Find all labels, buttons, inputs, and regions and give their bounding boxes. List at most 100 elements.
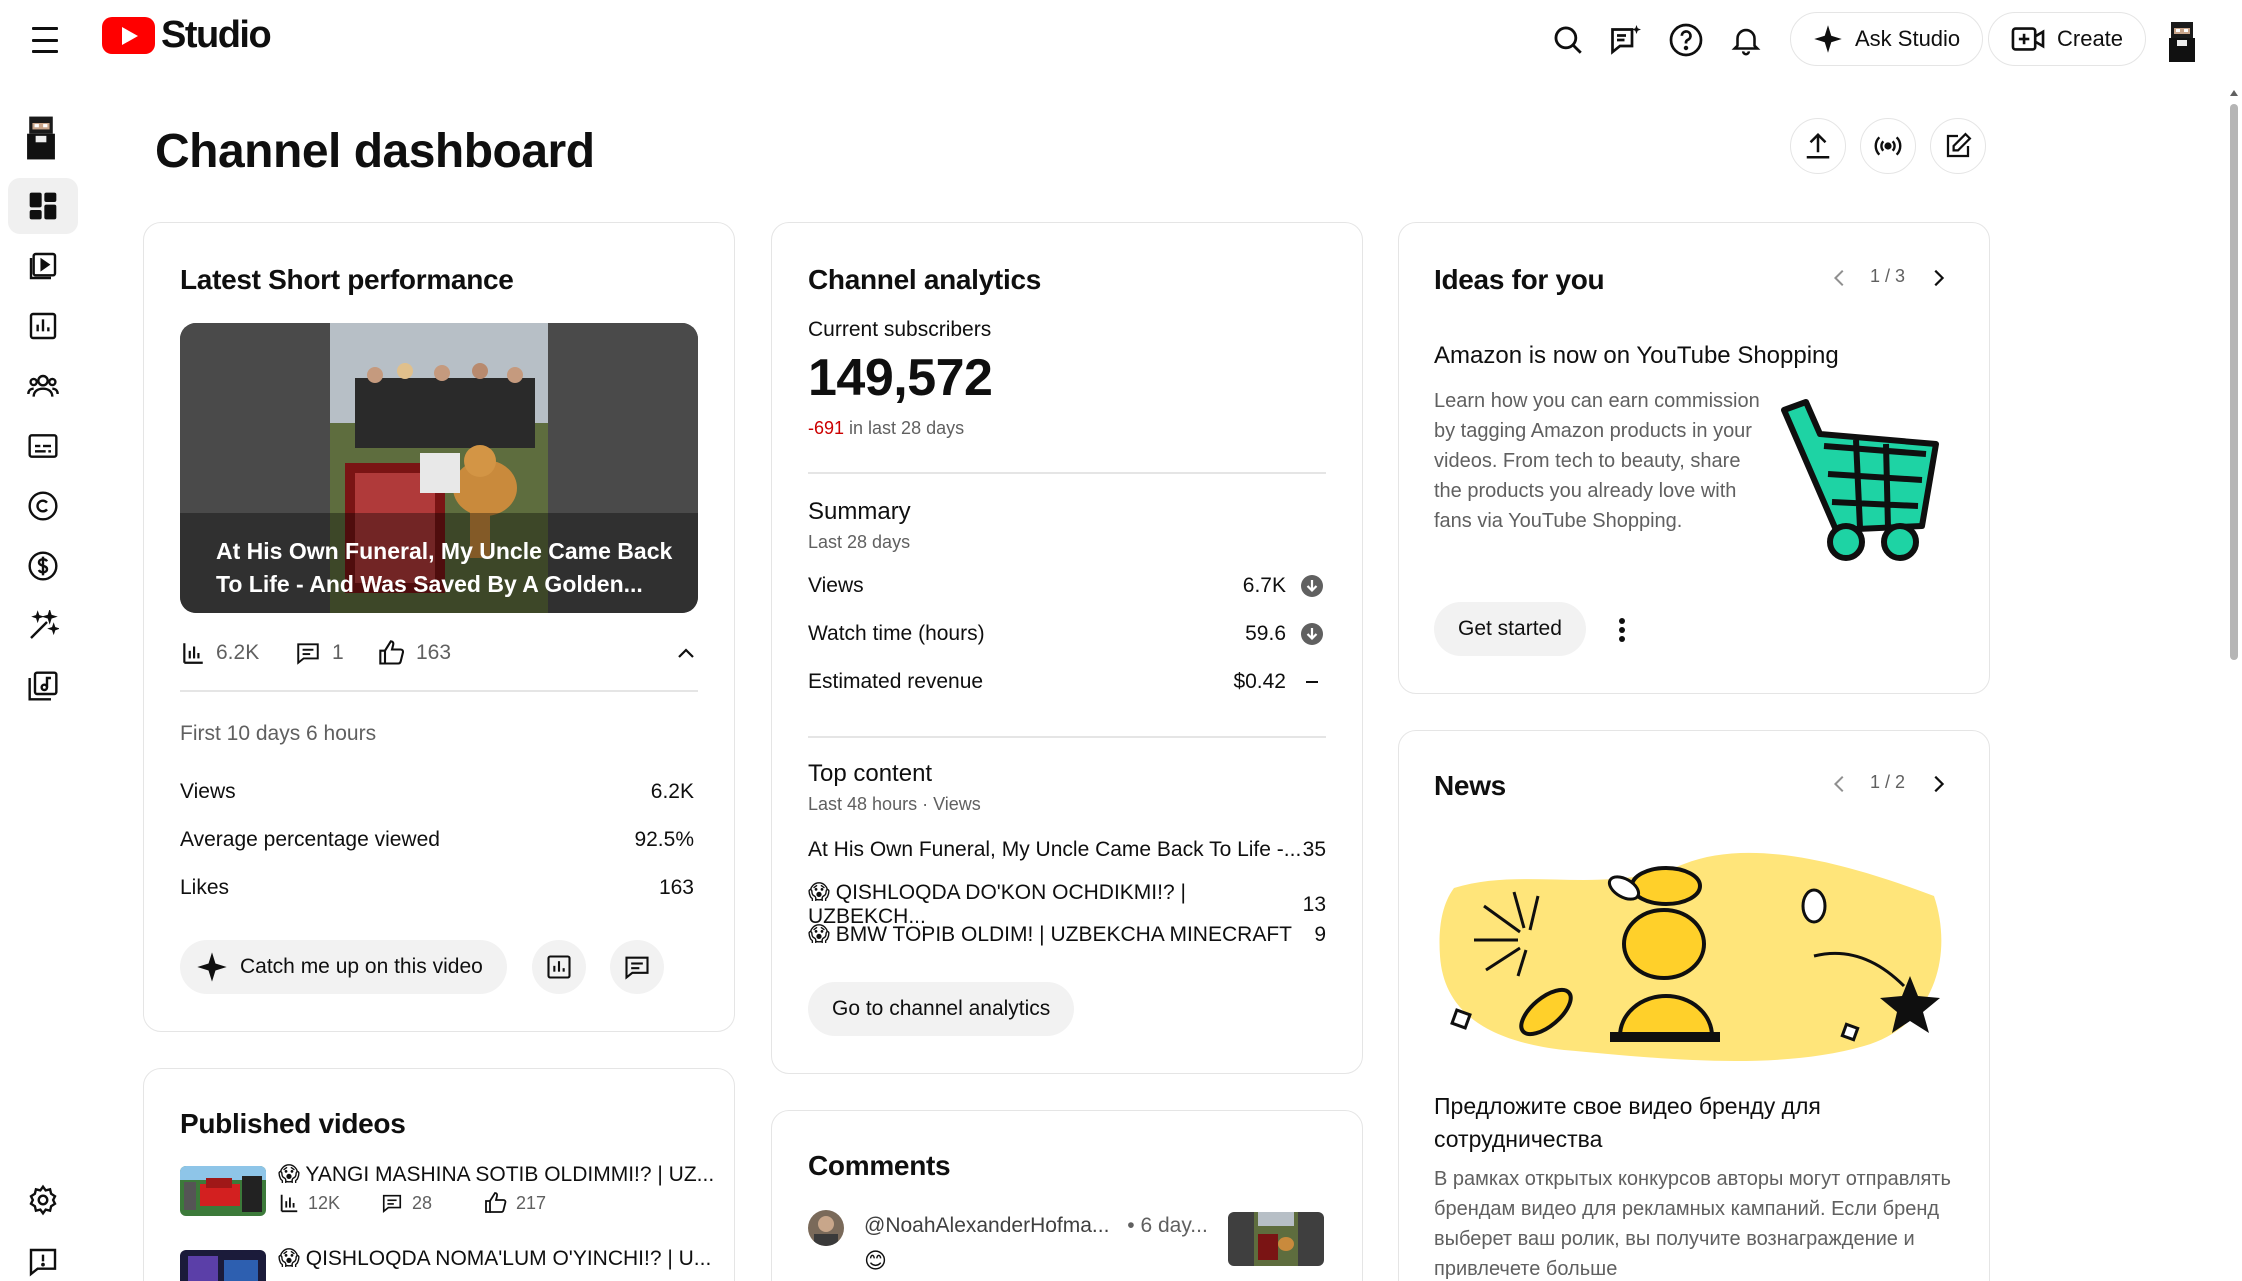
published-video-title[interactable]: 😱 YANGI MASHINA SOTIB OLDIMMI!? | UZ... <box>278 1162 714 1187</box>
row-label: Estimated revenue <box>808 670 984 693</box>
row-value: 163 <box>658 876 694 899</box>
studio-logo[interactable]: Studio <box>102 14 272 57</box>
row-value: 6.2K <box>650 780 694 803</box>
top-content-item-title: QISHLOQDA DO'KON OCHDIKMI!? | UZBEKCH... <box>808 881 1186 928</box>
emoji: 😱 <box>808 923 830 946</box>
sidebar-item-settings[interactable] <box>8 1172 78 1228</box>
news-pager: 1 / 2 <box>1870 772 1906 792</box>
row-label: Likes <box>180 876 230 899</box>
sidebar-item-subtitles[interactable] <box>8 418 78 474</box>
scroll-up-arrow-icon[interactable] <box>2230 90 2238 96</box>
catch-me-up-button[interactable]: Catch me up on this video <box>180 940 507 994</box>
news-illustration <box>1434 836 1954 1072</box>
comment-icon <box>625 956 649 980</box>
sparkle-icon <box>1814 25 1842 53</box>
video-thumbnail[interactable] <box>180 1166 266 1216</box>
get-started-label: Get started <box>1458 617 1562 640</box>
row-value: 6.7K <box>1242 574 1286 597</box>
account-avatar[interactable] <box>2168 22 2196 62</box>
summary-row-watch-time: Watch time (hours) 59.6 <box>808 622 1324 646</box>
sidebar-item-analytics[interactable] <box>8 298 78 354</box>
create-label: Create <box>2057 26 2124 51</box>
go-to-analytics-button[interactable]: Go to channel analytics <box>808 982 1075 1036</box>
next-chevron-icon[interactable] <box>1922 262 1954 294</box>
sidebar-item-community[interactable] <box>8 358 78 414</box>
news-heading: Предложите свое видео бренду для сотрудн… <box>1434 1093 1821 1152</box>
bar-chart-icon <box>280 1194 298 1213</box>
comment-header: @NoahAlexanderHofma... • 6 day... <box>864 1214 1208 1238</box>
commenter-avatar[interactable] <box>808 1210 844 1246</box>
summary-period: Last 28 days <box>808 532 911 552</box>
emoji: 😱 <box>808 881 830 904</box>
sidebar-item-dashboard[interactable] <box>8 178 78 234</box>
menu-icon[interactable] <box>28 24 62 56</box>
previous-chevron-icon[interactable] <box>1824 768 1856 800</box>
video-title-text: YANGI MASHINA SOTIB OLDIMMI!? | UZ... <box>305 1163 715 1186</box>
sidebar-item-audio-library[interactable] <box>8 658 78 714</box>
search-icon[interactable] <box>1546 18 1590 62</box>
collapse-chevron-icon[interactable] <box>670 638 702 670</box>
divider <box>180 690 698 692</box>
video-comments-button[interactable] <box>610 940 664 994</box>
next-chevron-icon[interactable] <box>1922 768 1954 800</box>
comments-title: Comments <box>808 1150 951 1181</box>
go-to-analytics-label: Go to channel analytics <box>832 997 1051 1020</box>
upload-button[interactable] <box>1790 118 1846 174</box>
go-live-button[interactable] <box>1860 118 1916 174</box>
thumbs-up-icon <box>485 1192 507 1213</box>
copyright-icon <box>28 491 58 521</box>
video-analytics-button[interactable] <box>532 940 586 994</box>
comment-text: 😊 <box>864 1248 887 1273</box>
ideas-title: Ideas for you <box>1434 264 1605 295</box>
subtitles-icon <box>28 434 58 458</box>
row-value: 92.5% <box>634 828 694 851</box>
page-title: Channel dashboard <box>155 125 595 178</box>
channel-avatar[interactable] <box>26 116 56 160</box>
likes-value: 217 <box>516 1192 547 1213</box>
ask-studio-button[interactable]: Ask Studio <box>1790 12 1984 66</box>
previous-chevron-icon[interactable] <box>1824 262 1856 294</box>
short-likes-stat: 163 <box>378 639 451 667</box>
feedback-sparkle-icon[interactable] <box>1604 18 1648 62</box>
magic-wand-icon <box>30 610 59 639</box>
dollar-icon <box>28 551 58 581</box>
top-content-title: Top content <box>808 760 933 787</box>
short-comments-stat: 1 <box>294 640 344 666</box>
short-views-value: 6.2K <box>216 641 260 664</box>
edit-icon <box>1946 132 1972 158</box>
video-thumbnail[interactable] <box>180 1250 266 1281</box>
logo-text: Studio <box>161 14 272 56</box>
notifications-bell-icon[interactable] <box>1724 18 1768 62</box>
subscribers-change-period: in last 28 days <box>844 418 965 438</box>
get-started-button[interactable]: Get started <box>1434 602 1586 656</box>
more-vert-icon[interactable] <box>1606 612 1638 648</box>
divider <box>808 736 1326 738</box>
video-add-icon <box>2011 27 2045 51</box>
sidebar-item-earn[interactable] <box>8 538 78 594</box>
trend-down-icon <box>1301 623 1323 645</box>
create-button[interactable]: Create <box>1988 12 2147 66</box>
channel-analytics-title: Channel analytics <box>808 264 1041 295</box>
sidebar-item-customization[interactable] <box>8 598 78 654</box>
create-post-button[interactable] <box>1930 118 1986 174</box>
short-thumbnail[interactable]: At His Own Funeral, My Uncle Came Back T… <box>180 323 698 613</box>
sidebar-item-copyright[interactable] <box>8 478 78 534</box>
divider <box>808 472 1326 474</box>
top-content-row[interactable]: At His Own Funeral, My Uncle Came Back T… <box>808 838 1326 862</box>
sidebar-item-feedback[interactable] <box>8 1234 78 1281</box>
comment-video-thumbnail[interactable] <box>1228 1212 1324 1266</box>
scrollbar-thumb[interactable] <box>2230 104 2238 660</box>
trend-flat-icon <box>1306 681 1318 683</box>
sidebar-item-content[interactable] <box>8 238 78 294</box>
top-content-row[interactable]: 😱 BMW TOPIB OLDIM! | UZBEKCHA MINECRAFT … <box>808 922 1326 947</box>
subscribers-value: 149,572 <box>808 349 993 407</box>
analytics-icon <box>29 312 57 340</box>
row-label: Average percentage viewed <box>180 828 440 851</box>
help-icon[interactable] <box>1664 18 1708 62</box>
row-label: Views <box>180 780 236 803</box>
top-content-item-title: BMW TOPIB OLDIM! | UZBEKCHA MINECRAFT <box>835 923 1292 946</box>
summary-title: Summary <box>808 498 911 525</box>
published-video-title[interactable]: 😱 QISHLOQDA NOMA'LUM O'YINCHI!? | U... <box>278 1246 711 1271</box>
comment-icon <box>297 643 319 665</box>
comment-author[interactable]: @NoahAlexanderHofma... <box>864 1214 1109 1237</box>
